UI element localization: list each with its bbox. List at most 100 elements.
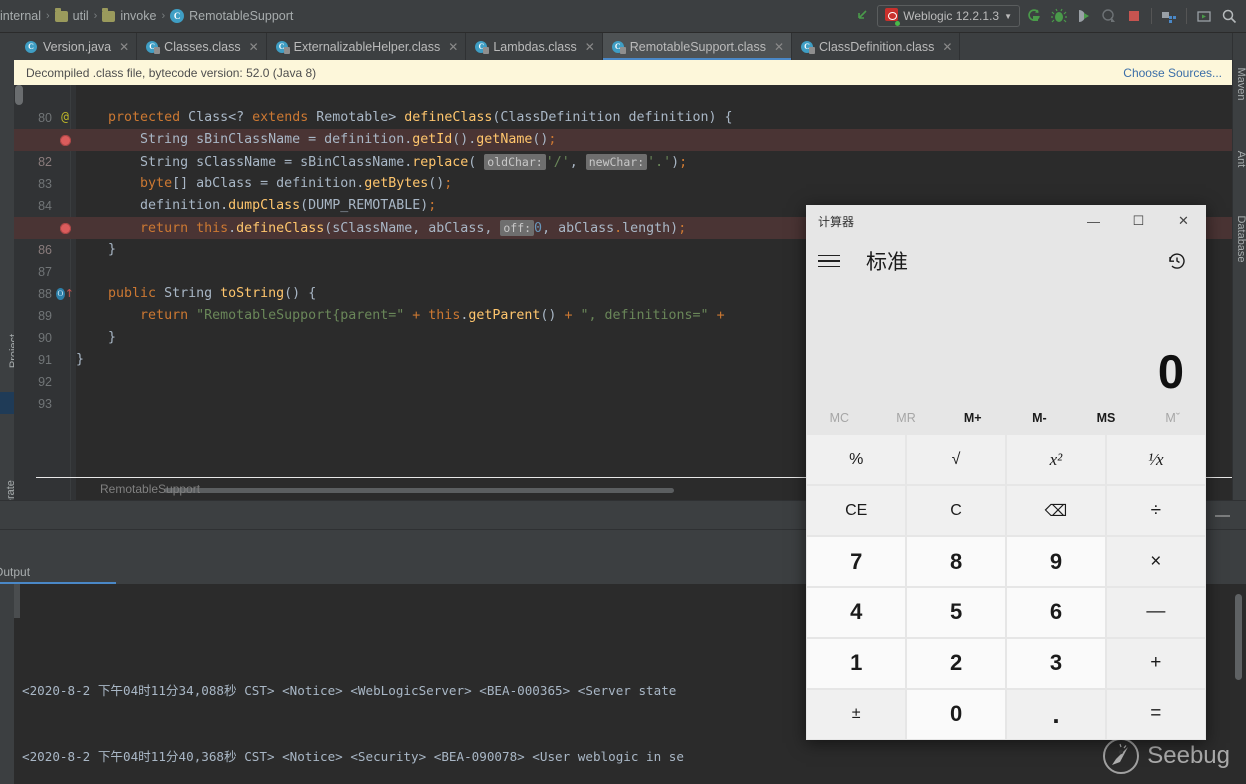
debug-icon[interactable] bbox=[1048, 5, 1070, 27]
close-icon[interactable]: ✕ bbox=[942, 40, 952, 54]
folder-icon bbox=[55, 11, 68, 22]
close-icon[interactable]: ✕ bbox=[119, 40, 129, 54]
console-scrollbar[interactable] bbox=[1235, 594, 1242, 680]
key-decimal-point[interactable]: . bbox=[1007, 690, 1105, 739]
key-add[interactable]: + bbox=[1107, 639, 1205, 688]
breadcrumb-separator: › bbox=[94, 10, 98, 22]
memory-list-button[interactable]: Mˇ bbox=[1139, 401, 1206, 435]
editor-structure-breadcrumb[interactable]: RemotableSupport bbox=[100, 478, 200, 500]
back-arrow-icon[interactable] bbox=[852, 5, 874, 27]
breadcrumb-label: util bbox=[73, 9, 89, 23]
tab-label: ExternalizableHelper.class bbox=[294, 40, 441, 54]
tab-classdefinition-class[interactable]: C ClassDefinition.class ✕ bbox=[792, 33, 960, 60]
key-negate[interactable]: ± bbox=[807, 690, 905, 739]
calculator-title-bar[interactable]: 计算器 — ☐ ✕ bbox=[806, 205, 1206, 237]
breadcrumb: internal › util › invoke › C RemotableSu… bbox=[0, 9, 852, 23]
bug-logo-icon bbox=[1103, 738, 1139, 774]
rerun-icon[interactable] bbox=[1023, 5, 1045, 27]
memory-recall-button[interactable]: MR bbox=[873, 401, 940, 435]
key-percent[interactable]: % bbox=[807, 435, 905, 484]
tab-version-java[interactable]: C Version.java ✕ bbox=[16, 33, 137, 60]
hamburger-icon[interactable] bbox=[818, 247, 846, 275]
close-icon[interactable]: ✕ bbox=[774, 40, 784, 54]
breadcrumb-item-internal[interactable]: internal bbox=[0, 9, 41, 23]
run-configuration-selector[interactable]: Weblogic 12.2.1.3 ▼ bbox=[877, 5, 1020, 27]
history-icon[interactable] bbox=[1162, 246, 1192, 276]
key-six[interactable]: 6 bbox=[1007, 588, 1105, 637]
run-with-coverage-icon[interactable] bbox=[1073, 5, 1095, 27]
key-square-label: x² bbox=[1050, 450, 1063, 470]
class-file-icon: C bbox=[612, 40, 625, 54]
memory-store-button[interactable]: MS bbox=[1073, 401, 1140, 435]
tab-lambdas-class[interactable]: C Lambdas.class ✕ bbox=[466, 33, 602, 60]
profile-icon[interactable] bbox=[1098, 5, 1120, 27]
search-everywhere-icon[interactable] bbox=[1218, 5, 1240, 27]
close-button[interactable]: ✕ bbox=[1161, 205, 1206, 237]
key-three[interactable]: 3 bbox=[1007, 639, 1105, 688]
breadcrumb-separator: › bbox=[46, 10, 50, 22]
key-clear[interactable]: C bbox=[907, 486, 1005, 535]
class-file-icon: C bbox=[276, 40, 289, 54]
tab-remotablesupport-class[interactable]: C RemotableSupport.class ✕ bbox=[603, 33, 792, 60]
override-marker-icon[interactable]: O↑ bbox=[56, 283, 74, 305]
tab-label: Classes.class bbox=[164, 40, 240, 54]
code-text: String sBinClassName = definition.getId(… bbox=[76, 129, 1232, 151]
close-icon[interactable]: ✕ bbox=[249, 40, 259, 54]
minimize-panel-button[interactable]: — bbox=[1215, 507, 1230, 524]
left-strip-selection bbox=[0, 392, 14, 414]
key-square-root[interactable]: √ bbox=[907, 435, 1005, 484]
calculator-window[interactable]: 计算器 — ☐ ✕ 标准 0 MC bbox=[806, 205, 1206, 740]
breadcrumb-item-remotablesupport[interactable]: C RemotableSupport bbox=[170, 9, 293, 23]
maximize-button[interactable]: ☐ bbox=[1116, 205, 1161, 237]
breadcrumb-item-invoke[interactable]: invoke bbox=[102, 9, 156, 23]
key-seven[interactable]: 7 bbox=[807, 537, 905, 586]
close-icon[interactable]: ✕ bbox=[448, 40, 458, 54]
run-anything-icon[interactable] bbox=[1193, 5, 1215, 27]
build-project-icon[interactable] bbox=[1158, 5, 1180, 27]
key-divide[interactable]: ÷ bbox=[1107, 486, 1205, 535]
annotation-marker-icon[interactable]: @ bbox=[56, 107, 74, 129]
key-one[interactable]: 1 bbox=[807, 639, 905, 688]
memory-add-button[interactable]: M+ bbox=[939, 401, 1006, 435]
breadcrumb-separator: › bbox=[161, 10, 165, 22]
folder-icon bbox=[102, 11, 115, 22]
backspace-icon[interactable]: ⌫ bbox=[1007, 486, 1105, 535]
breakpoint-icon[interactable] bbox=[56, 129, 74, 151]
minimize-button[interactable]: — bbox=[1071, 205, 1116, 237]
java-file-icon: C bbox=[25, 40, 38, 54]
key-clear-entry[interactable]: CE bbox=[807, 486, 905, 535]
choose-sources-link[interactable]: Choose Sources... bbox=[1123, 66, 1222, 80]
key-equals[interactable]: = bbox=[1107, 690, 1205, 739]
memory-subtract-button[interactable]: M- bbox=[1006, 401, 1073, 435]
tab-output[interactable]: Output bbox=[0, 565, 30, 579]
key-multiply[interactable]: × bbox=[1107, 537, 1205, 586]
calculator-keypad: % √ x² ¹⁄x CE C ⌫ ÷ 7 8 9 × 4 5 6 — 1 2 … bbox=[806, 435, 1206, 740]
code-line: 82 String sBinClassName = definition.get… bbox=[14, 129, 1232, 151]
key-square[interactable]: x² bbox=[1007, 435, 1105, 484]
memory-clear-button[interactable]: MC bbox=[806, 401, 873, 435]
key-two[interactable]: 2 bbox=[907, 639, 1005, 688]
key-subtract[interactable]: — bbox=[1107, 588, 1205, 637]
key-eight[interactable]: 8 bbox=[907, 537, 1005, 586]
stop-icon[interactable] bbox=[1123, 5, 1145, 27]
breadcrumb-item-util[interactable]: util bbox=[55, 9, 89, 23]
right-strip-label-ant[interactable]: Ant bbox=[1235, 129, 1246, 189]
calculator-mode-label: 标准 bbox=[866, 246, 908, 276]
editor-horizontal-scrollbar[interactable] bbox=[164, 488, 674, 493]
ide-window: internal › util › invoke › C RemotableSu… bbox=[0, 0, 1246, 784]
line-number: 93 bbox=[14, 393, 52, 415]
close-icon[interactable]: ✕ bbox=[585, 40, 595, 54]
tab-externalizablehelper-class[interactable]: C ExternalizableHelper.class ✕ bbox=[267, 33, 467, 60]
key-reciprocal[interactable]: ¹⁄x bbox=[1107, 435, 1205, 484]
tab-scroll-left[interactable] bbox=[0, 33, 16, 60]
key-five[interactable]: 5 bbox=[907, 588, 1005, 637]
right-strip-label-maven[interactable]: Maven bbox=[1235, 54, 1246, 114]
key-zero[interactable]: 0 bbox=[907, 690, 1005, 739]
key-four[interactable]: 4 bbox=[807, 588, 905, 637]
tab-classes-class[interactable]: C Classes.class ✕ bbox=[137, 33, 266, 60]
right-strip-label-database[interactable]: Database bbox=[1235, 209, 1246, 269]
tab-label: RemotableSupport.class bbox=[630, 40, 766, 54]
param-hint-oldchar: oldChar: bbox=[484, 154, 545, 170]
breakpoint-icon[interactable] bbox=[56, 217, 74, 239]
key-nine[interactable]: 9 bbox=[1007, 537, 1105, 586]
